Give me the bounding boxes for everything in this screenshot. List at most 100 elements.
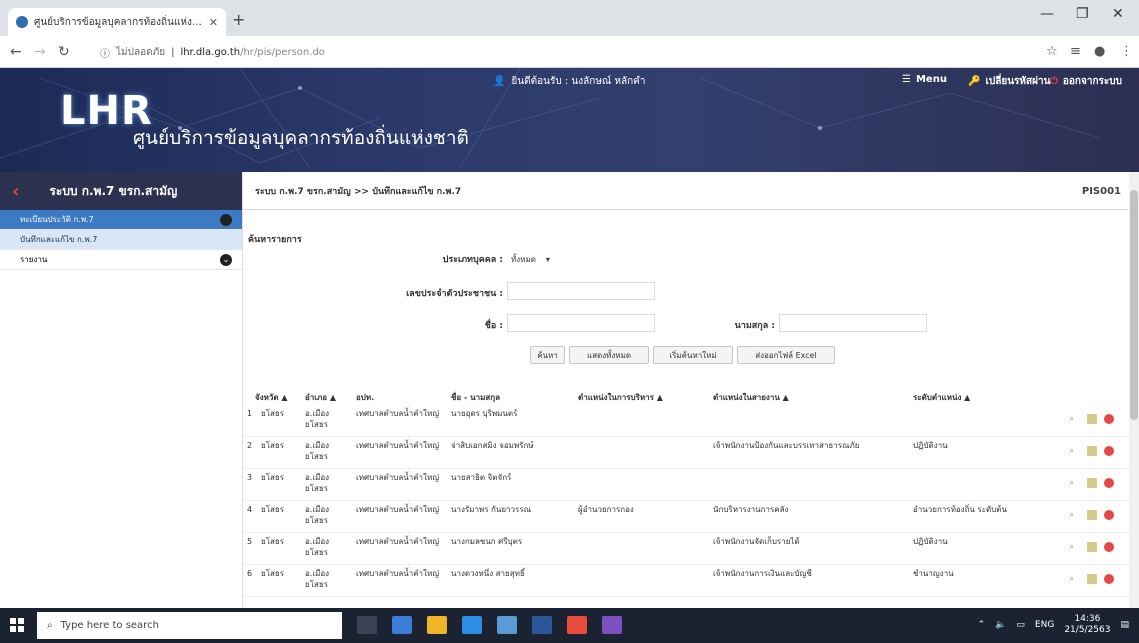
cell-district: อ.เมือง ยโสธร — [305, 505, 330, 525]
show-all-button[interactable]: แสดงทั้งหมด — [569, 346, 649, 364]
chevron-down-icon: ⌄ — [220, 254, 232, 266]
scrollbar-thumb[interactable] — [1130, 190, 1138, 420]
url-divider: | — [171, 46, 175, 58]
view-icon[interactable]: ⌕ — [1069, 510, 1079, 520]
clock[interactable]: 14:36 21/5/2563 — [1064, 614, 1110, 636]
view-icon[interactable]: ⌕ — [1069, 542, 1079, 552]
cell-level: ชำนาญงาน — [913, 569, 954, 578]
sidebar-item-edit-record[interactable]: บันทึกและแก้ไข ก.พ.7 — [0, 230, 242, 250]
info-icon[interactable]: ⓘ — [100, 45, 110, 60]
col-level[interactable]: ระดับตำแหน่ง ▲ — [913, 391, 970, 404]
view-icon[interactable]: ⌕ — [1069, 478, 1079, 488]
browser-menu-icon[interactable]: ⋮ — [1120, 44, 1133, 59]
edit-icon[interactable] — [1087, 574, 1097, 584]
person-type-select[interactable]: ทั้งหมด ▾ — [507, 250, 587, 268]
volume-icon[interactable]: 🔈 — [995, 620, 1006, 630]
sidebar-item-profile-register[interactable]: ทะเบียนประวัติ ก.พ.7 — [0, 210, 242, 230]
close-window-icon[interactable]: ✕ — [1112, 6, 1124, 22]
first-name-input[interactable] — [507, 314, 655, 332]
collapse-sidebar-icon[interactable]: ‹ — [12, 181, 19, 202]
clock-date: 21/5/2563 — [1064, 625, 1111, 635]
person-type-label: ประเภทบุคคล : — [442, 255, 503, 265]
taskbar-search-placeholder: Type here to search — [60, 620, 159, 631]
screen: ศูนย์บริการข้อมูลบุคลากรท้องถิ่นแห่งชาติ… — [0, 0, 1139, 643]
table-header: จังหวัด ▲ อำเภอ ▲ อปท. ชื่อ - นามสกุล ตำ… — [243, 391, 1139, 405]
network-icon[interactable]: ▭ — [1016, 620, 1025, 630]
export-excel-button[interactable]: ส่งออกไฟล์ Excel — [737, 346, 835, 364]
delete-icon[interactable] — [1104, 478, 1114, 488]
sidebar-header: ‹ ระบบ ก.พ.7 ขรก.สามัญ — [0, 172, 242, 210]
taskbar-search[interactable]: ⌕ Type here to search — [37, 612, 342, 639]
col-province[interactable]: จังหวัด ▲ — [255, 391, 288, 404]
profile-icon[interactable]: ● — [1094, 44, 1105, 59]
cell-district: อ.เมือง ยโสธร — [305, 441, 330, 461]
cell-name: นางกมลชนก ศรีบุตร — [451, 537, 523, 546]
windows-taskbar: ⌕ Type here to search ⌃ 🔈 ▭ ENG 14:36 21… — [0, 608, 1139, 643]
reading-list-icon[interactable]: ≡ — [1070, 44, 1081, 59]
cell-province: ยโสธร — [261, 409, 285, 418]
col-name: ชื่อ - นามสกุล — [451, 393, 500, 402]
new-tab-button[interactable]: + — [232, 10, 245, 29]
store-icon[interactable] — [427, 616, 447, 634]
input-language[interactable]: ENG — [1035, 620, 1054, 630]
page-scrollbar[interactable] — [1129, 172, 1139, 608]
view-icon[interactable]: ⌕ — [1069, 446, 1079, 456]
maximize-icon[interactable]: ❐ — [1076, 6, 1089, 22]
table-row: 3 ยโสธร อ.เมือง ยโสธร เทศบาลตำบลน้ำคำใหญ… — [243, 469, 1139, 501]
edit-icon[interactable] — [1087, 542, 1097, 552]
edit-icon[interactable] — [1087, 478, 1097, 488]
mail-icon[interactable] — [497, 616, 517, 634]
cell-line-position: นักบริหารงานการคลัง — [713, 505, 789, 514]
explorer-icon[interactable] — [392, 616, 412, 634]
bookmark-star-icon[interactable]: ☆ — [1046, 44, 1058, 59]
forward-icon[interactable]: → — [34, 44, 46, 60]
cell-name: จ่าสิบเอกสมิง จอมพรักษ์ — [451, 441, 534, 450]
minimize-icon[interactable]: — — [1040, 6, 1054, 22]
row-number: 1 — [247, 409, 253, 418]
edit-icon[interactable] — [1087, 446, 1097, 456]
delete-icon[interactable] — [1104, 542, 1114, 552]
menu-button[interactable]: ☰ Menu — [902, 74, 947, 85]
col-district[interactable]: อำเภอ ▲ — [305, 391, 336, 404]
delete-icon[interactable] — [1104, 574, 1114, 584]
view-icon[interactable]: ⌕ — [1069, 574, 1079, 584]
chrome-icon[interactable] — [567, 616, 587, 634]
edit-icon[interactable] — [1087, 414, 1097, 424]
last-name-input[interactable] — [779, 314, 927, 332]
delete-icon[interactable] — [1104, 510, 1114, 520]
sidebar-item-label: ทะเบียนประวัติ ก.พ.7 — [20, 215, 94, 224]
sidebar-item-label: รายงาน — [20, 255, 48, 264]
task-view-icon[interactable] — [357, 616, 377, 634]
change-password-link[interactable]: 🔑 เปลี่ยนรหัสผ่าน — [968, 74, 1050, 89]
windows-start-icon[interactable] — [10, 618, 24, 632]
search-button[interactable]: ค้นหา — [530, 346, 565, 364]
reset-search-button[interactable]: เริ่มค้นหาใหม่ — [653, 346, 733, 364]
back-icon[interactable]: ← — [10, 44, 22, 60]
browser-tab[interactable]: ศูนย์บริการข้อมูลบุคลากรท้องถิ่นแห่งชาติ… — [8, 8, 226, 36]
logout-link[interactable]: ⏻ ออกจากระบบ — [1050, 74, 1122, 89]
tray-chevron-icon[interactable]: ⌃ — [978, 620, 986, 630]
col-admin-position[interactable]: ตำแหน่งในการบริหาร ▲ — [578, 391, 663, 404]
key-icon: 🔑 — [968, 76, 981, 87]
col-line-position[interactable]: ตำแหน่งในสายงาน ▲ — [713, 391, 789, 404]
citizen-id-input[interactable] — [507, 282, 655, 300]
reload-icon[interactable]: ↻ — [58, 44, 70, 60]
delete-icon[interactable] — [1104, 414, 1114, 424]
word-icon[interactable] — [532, 616, 552, 634]
view-icon[interactable]: ⌕ — [1069, 414, 1079, 424]
sidebar-item-reports[interactable]: รายงาน ⌄ — [0, 250, 242, 270]
delete-icon[interactable] — [1104, 446, 1114, 456]
notifications-icon[interactable]: ▤ — [1120, 620, 1129, 630]
close-tab-icon[interactable]: ✕ — [209, 16, 218, 29]
last-name-label: นามสกุล : — [734, 321, 775, 331]
sidebar-title: ระบบ ก.พ.7 ขรก.สามัญ — [49, 183, 178, 198]
table-row: 2 ยโสธร อ.เมือง ยโสธร เทศบาลตำบลน้ำคำใหญ… — [243, 437, 1139, 469]
power-icon: ⏻ — [1050, 76, 1058, 87]
app-icon[interactable] — [602, 616, 622, 634]
address-bar: ← → ↻ ⓘ ไม่ปลอดภัย | lhr.dla.go.th/hr/pi… — [0, 36, 1139, 68]
url-field[interactable]: ⓘ ไม่ปลอดภัย | lhr.dla.go.th/hr/pis/pers… — [100, 42, 1000, 62]
edge-icon[interactable] — [462, 616, 482, 634]
breadcrumb: ระบบ ก.พ.7 ขรก.สามัญ >> บันทึกและแก้ไข ก… — [243, 172, 1139, 210]
system-tray: ⌃ 🔈 ▭ ENG 14:36 21/5/2563 ▤ — [978, 614, 1129, 636]
edit-icon[interactable] — [1087, 510, 1097, 520]
